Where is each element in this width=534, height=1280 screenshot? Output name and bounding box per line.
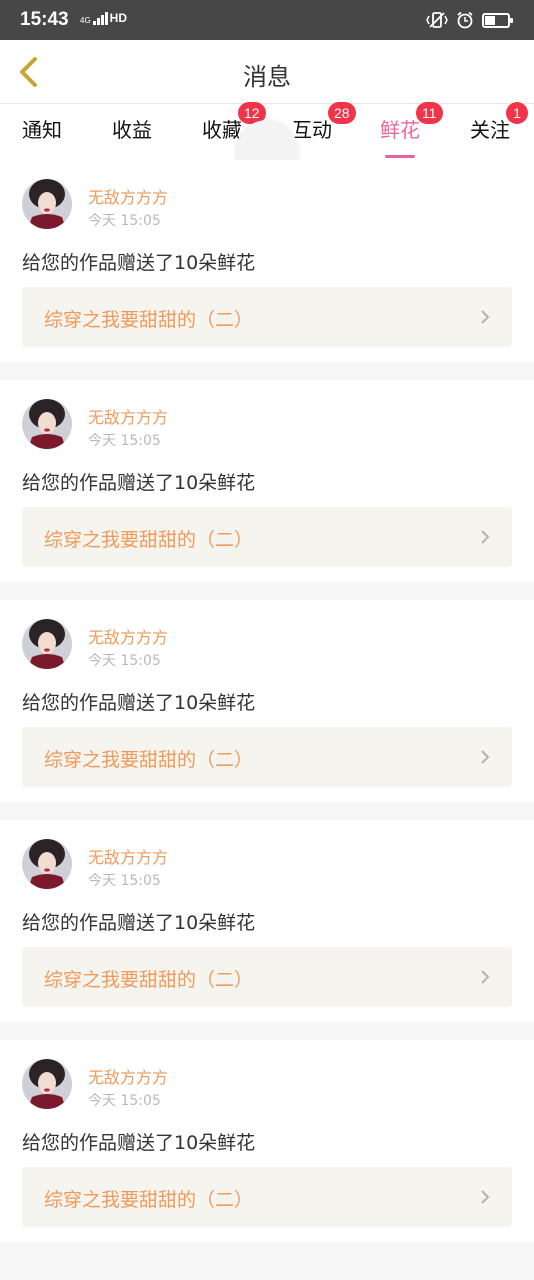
message-text: 给您的作品赠送了10朵鲜花 bbox=[22, 912, 256, 934]
tab-notice[interactable]: 通知 bbox=[22, 114, 62, 158]
work-title: 综穿之我要甜甜的（二） bbox=[44, 529, 254, 551]
tab-label: 关注 bbox=[470, 118, 510, 142]
status-icons bbox=[426, 11, 513, 29]
work-link[interactable]: 综穿之我要甜甜的（二） bbox=[22, 287, 512, 347]
unread-badge: 11 bbox=[416, 102, 443, 124]
nav-bar: 消息 bbox=[0, 40, 534, 104]
work-title: 综穿之我要甜甜的（二） bbox=[44, 969, 254, 991]
avatar[interactable] bbox=[22, 1059, 72, 1109]
message-time: 今天 15:05 bbox=[88, 873, 161, 889]
vibrate-icon bbox=[426, 12, 448, 28]
user-name[interactable]: 无敌方方方 bbox=[88, 1064, 168, 1088]
work-link[interactable]: 综穿之我要甜甜的（二） bbox=[22, 947, 512, 1007]
work-title: 综穿之我要甜甜的（二） bbox=[44, 1189, 254, 1211]
chevron-right-icon bbox=[481, 310, 490, 324]
message-text: 给您的作品赠送了10朵鲜花 bbox=[22, 252, 256, 274]
active-tab-indicator bbox=[385, 155, 415, 158]
message-text: 给您的作品赠送了10朵鲜花 bbox=[22, 692, 256, 714]
message-time: 今天 15:05 bbox=[88, 1093, 161, 1109]
user-name[interactable]: 无敌方方方 bbox=[88, 624, 168, 648]
avatar[interactable] bbox=[22, 839, 72, 889]
battery-level bbox=[485, 15, 495, 25]
tab-label: 通知 bbox=[22, 118, 62, 142]
message-text: 给您的作品赠送了10朵鲜花 bbox=[22, 1132, 256, 1154]
network-type: 4G bbox=[80, 16, 91, 25]
chevron-right-icon bbox=[481, 1190, 490, 1204]
message-time: 今天 15:05 bbox=[88, 653, 161, 669]
tab-label: 收藏 bbox=[202, 118, 242, 142]
chevron-right-icon bbox=[481, 970, 490, 984]
avatar[interactable] bbox=[22, 399, 72, 449]
tab-interaction[interactable]: 互动 28 bbox=[292, 102, 356, 158]
message-text: 给您的作品赠送了10朵鲜花 bbox=[22, 472, 256, 494]
hd-label: HD bbox=[109, 11, 128, 25]
network-indicator: 4G HD bbox=[80, 11, 127, 25]
message-card: 无敌方方方 今天 15:05 给您的作品赠送了10朵鲜花 综穿之我要甜甜的（二） bbox=[0, 820, 534, 1022]
user-name[interactable]: 无敌方方方 bbox=[88, 184, 168, 208]
tab-following[interactable]: 关注 1 bbox=[470, 102, 528, 158]
tab-label: 鲜花 bbox=[380, 118, 420, 142]
unread-badge: 28 bbox=[328, 102, 356, 124]
message-card: 无敌方方方 今天 15:05 给您的作品赠送了10朵鲜花 综穿之我要甜甜的（二） bbox=[0, 160, 534, 362]
alarm-icon bbox=[457, 11, 473, 29]
status-time: 15:43 bbox=[20, 9, 69, 30]
avatar[interactable] bbox=[22, 619, 72, 669]
message-card: 无敌方方方 今天 15:05 给您的作品赠送了10朵鲜花 综穿之我要甜甜的（二） bbox=[0, 1040, 534, 1242]
work-link[interactable]: 综穿之我要甜甜的（二） bbox=[22, 727, 512, 787]
chevron-right-icon bbox=[481, 750, 490, 764]
work-title: 综穿之我要甜甜的（二） bbox=[44, 749, 254, 771]
work-link[interactable]: 综穿之我要甜甜的（二） bbox=[22, 507, 512, 567]
status-bar: 15:43 4G HD bbox=[0, 0, 534, 40]
page-title: 消息 bbox=[243, 63, 291, 91]
work-title: 综穿之我要甜甜的（二） bbox=[44, 309, 254, 331]
battery-icon bbox=[482, 12, 513, 28]
avatar[interactable] bbox=[22, 179, 72, 229]
message-time: 今天 15:05 bbox=[88, 213, 161, 229]
chevron-right-icon bbox=[481, 530, 490, 544]
tab-label: 收益 bbox=[112, 118, 152, 142]
work-link[interactable]: 综穿之我要甜甜的（二） bbox=[22, 1167, 512, 1227]
tab-label: 互动 bbox=[292, 118, 332, 142]
message-card: 无敌方方方 今天 15:05 给您的作品赠送了10朵鲜花 综穿之我要甜甜的（二） bbox=[0, 600, 534, 802]
message-time: 今天 15:05 bbox=[88, 433, 161, 449]
unread-badge: 1 bbox=[506, 102, 528, 124]
user-name[interactable]: 无敌方方方 bbox=[88, 844, 168, 868]
tab-flowers[interactable]: 鲜花 11 bbox=[380, 102, 443, 158]
message-card: 无敌方方方 今天 15:05 给您的作品赠送了10朵鲜花 综穿之我要甜甜的（二） bbox=[0, 380, 534, 582]
tab-earnings[interactable]: 收益 bbox=[112, 114, 152, 158]
message-list: 无敌方方方 今天 15:05 给您的作品赠送了10朵鲜花 综穿之我要甜甜的（二）… bbox=[0, 160, 534, 1260]
signal-icon bbox=[92, 11, 108, 25]
user-name[interactable]: 无敌方方方 bbox=[88, 404, 168, 428]
